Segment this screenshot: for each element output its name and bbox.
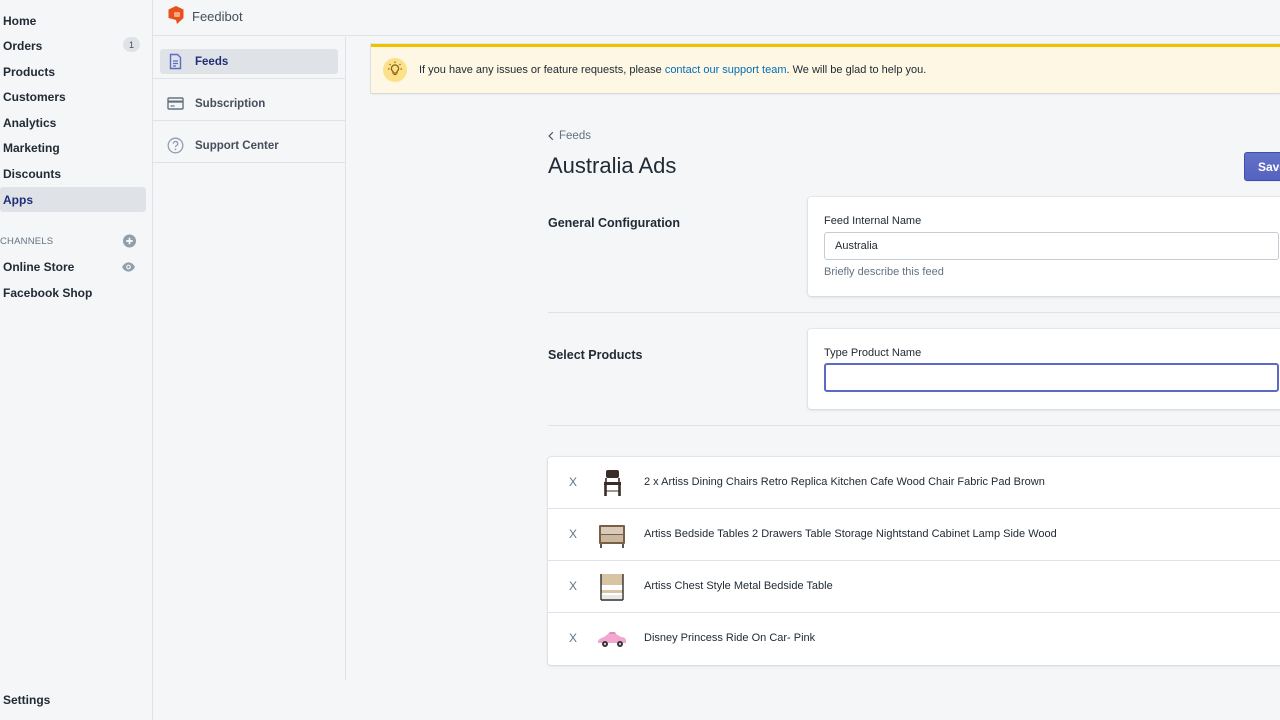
nav-label: Marketing <box>3 140 60 155</box>
channels-heading: CHANNELS <box>0 233 146 249</box>
sub-nav-support-center[interactable]: Support Center <box>153 121 345 163</box>
sub-nav-label: Feeds <box>195 55 229 68</box>
channels-label: CHANNELS <box>0 235 54 247</box>
nav-item-customers[interactable]: Customers <box>0 84 146 109</box>
eye-icon[interactable] <box>121 261 136 272</box>
add-channel-icon[interactable] <box>123 234 136 248</box>
nav-item-facebook-shop[interactable]: Facebook Shop <box>0 280 146 305</box>
feed-name-label: Feed Internal Name <box>824 215 922 227</box>
admin-sidebar: Home Orders 1 Products Customers Analytic… <box>0 0 153 720</box>
nav-label: Facebook Shop <box>3 285 93 300</box>
document-icon <box>169 53 182 70</box>
product-row: X Artiss Bedside Tables 2 Drawers Table … <box>548 509 1280 561</box>
feed-name-help-text: Briefly describe this feed <box>824 266 944 278</box>
product-search-label: Type Product Name <box>824 347 922 359</box>
nav-item-discounts[interactable]: Discounts <box>0 161 146 186</box>
selected-products-list: X 2 x Artiss Dining Chairs Retro Replica… <box>548 457 1280 665</box>
product-name: Artiss Bedside Tables 2 Drawers Table St… <box>644 528 1057 540</box>
sub-nav-support-inner[interactable]: Support Center <box>160 133 338 158</box>
nav-item-apps[interactable]: Apps <box>0 187 146 212</box>
support-banner: If you have any issues or feature reques… <box>371 44 1280 93</box>
chevron-left-icon <box>548 131 554 141</box>
nav-item-settings[interactable]: Settings <box>0 687 146 712</box>
nav-label: Analytics <box>3 115 57 130</box>
contact-support-link[interactable]: contact our support team <box>665 64 787 76</box>
select-products-title: Select Products <box>548 348 643 362</box>
banner-text-after: . We will be glad to help you. <box>786 64 927 76</box>
remove-product-button[interactable]: X <box>569 631 577 645</box>
product-thumbnail-chair <box>604 470 621 496</box>
credit-card-icon <box>167 97 184 110</box>
feedibot-logo-icon <box>168 6 184 24</box>
lightbulb-icon <box>383 58 407 82</box>
sub-nav-subscription[interactable]: Subscription <box>153 79 345 121</box>
nav-item-marketing[interactable]: Marketing <box>0 135 146 160</box>
section-divider <box>548 425 1280 426</box>
sub-nav-feeds[interactable]: Feeds <box>153 37 345 79</box>
product-row: X Disney Princess Ride On Car- Pink <box>548 613 1280 665</box>
nav-label: Apps <box>3 192 33 207</box>
banner-text-before: If you have any issues or feature reques… <box>419 64 665 76</box>
nav-label: Settings <box>3 692 51 707</box>
save-button[interactable]: Save <box>1244 152 1280 181</box>
product-name: 2 x Artiss Dining Chairs Retro Replica K… <box>644 476 1045 488</box>
nav-label: Discounts <box>3 166 62 181</box>
general-config-card: Feed Internal Name Briefly describe this… <box>808 197 1280 296</box>
product-search-input[interactable] <box>824 363 1279 392</box>
nav-label: Products <box>3 64 56 79</box>
product-thumbnail-bedside-table <box>599 525 625 548</box>
nav-item-home[interactable]: Home <box>0 8 146 33</box>
nav-item-products[interactable]: Products <box>0 59 146 84</box>
product-name: Artiss Chest Style Metal Bedside Table <box>644 580 833 592</box>
banner-message: If you have any issues or feature reques… <box>419 64 926 76</box>
remove-product-button[interactable]: X <box>569 579 577 593</box>
product-thumbnail-pink-car <box>598 632 626 647</box>
breadcrumb-label: Feeds <box>559 130 591 142</box>
nav-item-online-store[interactable]: Online Store <box>0 254 146 279</box>
nav-item-analytics[interactable]: Analytics <box>0 110 146 135</box>
remove-product-button[interactable]: X <box>569 475 577 489</box>
feed-internal-name-input[interactable] <box>824 232 1279 260</box>
remove-product-button[interactable]: X <box>569 527 577 541</box>
general-config-title: General Configuration <box>548 216 680 230</box>
sub-nav-subscription-inner[interactable]: Subscription <box>160 91 338 116</box>
nav-label: Orders <box>3 38 43 53</box>
sub-nav-label: Subscription <box>195 97 266 110</box>
product-row: X Artiss Chest Style Metal Bedside Table <box>548 561 1280 613</box>
app-title: Feedibot <box>192 9 243 24</box>
app-sub-nav: Feeds Subscription Support Center <box>153 37 346 680</box>
nav-label: Online Store <box>3 259 75 274</box>
nav-label: Home <box>3 13 37 28</box>
app-header: Feedibot <box>153 0 1280 36</box>
question-circle-icon <box>167 137 184 154</box>
nav-item-orders[interactable]: Orders 1 <box>0 33 146 58</box>
page-title: Australia Ads <box>548 153 677 178</box>
sub-nav-feeds-inner[interactable]: Feeds <box>160 49 338 74</box>
breadcrumb-back-feeds[interactable]: Feeds <box>548 130 591 142</box>
sub-nav-label: Support Center <box>195 139 279 152</box>
nav-label: Customers <box>3 89 66 104</box>
product-thumbnail-metal-table <box>600 574 624 601</box>
orders-count-badge: 1 <box>123 37 140 52</box>
section-divider <box>548 312 1280 313</box>
product-name: Disney Princess Ride On Car- Pink <box>644 632 816 644</box>
select-products-card: Type Product Name <box>808 329 1280 409</box>
product-row: X 2 x Artiss Dining Chairs Retro Replica… <box>548 457 1280 509</box>
